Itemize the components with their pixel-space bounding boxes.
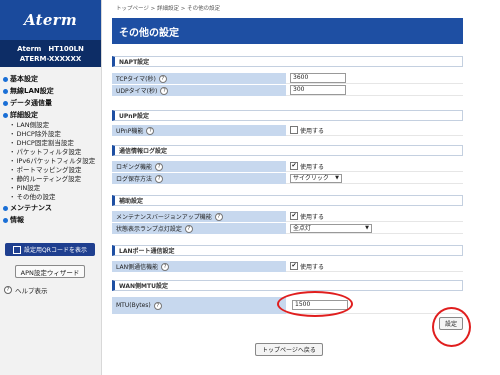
upnp-header: UPnP設定 bbox=[112, 110, 463, 121]
log-section: 通信情報ログ設定 ロギング機能? ✔ 使用する ログ保存方法? サイクリック ▼ bbox=[112, 145, 463, 184]
bullet-icon bbox=[3, 88, 8, 94]
mtu-highlight-circle bbox=[277, 291, 353, 317]
help-icon[interactable]: ? bbox=[146, 126, 155, 135]
maintenance-update-row: メンテナンスバージョンアップ機能? ✔ 使用する bbox=[112, 211, 463, 222]
help-icon[interactable]: ? bbox=[214, 212, 223, 221]
nav-data-usage[interactable]: データ通信量 bbox=[0, 97, 101, 109]
nav-sub-lan[interactable]: ・LAN側設定 bbox=[0, 121, 101, 130]
bullet-icon bbox=[3, 205, 8, 211]
help-icon[interactable]: ? bbox=[161, 262, 170, 271]
nav-sub-dhcp-exclude[interactable]: ・DHCP除外設定 bbox=[0, 130, 101, 139]
help-icon[interactable]: ? bbox=[158, 74, 167, 83]
nav-sub-static-routing[interactable]: ・静的ルーティング設定 bbox=[0, 175, 101, 184]
lan-port-section: LANポート通信設定 LAN側通信機能? ✔ 使用する bbox=[112, 245, 463, 272]
bullet-icon bbox=[3, 100, 8, 106]
bullet-icon bbox=[3, 217, 8, 223]
upnp-row: UPnP機能? 使用する bbox=[112, 125, 463, 136]
help-icon[interactable]: ? bbox=[184, 224, 193, 233]
lan-comm-checkbox[interactable]: ✔ bbox=[290, 262, 298, 270]
logo-text: Aterm bbox=[23, 11, 78, 29]
udp-timer-input[interactable]: 300 bbox=[290, 85, 346, 95]
lan-port-header: LANポート通信設定 bbox=[112, 245, 463, 256]
chevron-down-icon: ▼ bbox=[335, 174, 339, 181]
aterm-logo: Aterm bbox=[0, 0, 101, 40]
logging-row: ロギング機能? ✔ 使用する bbox=[112, 161, 463, 172]
udp-timer-row: UDPタイマ(秒)? 300 bbox=[112, 85, 463, 96]
nav-sub-ipv6-filter[interactable]: ・IPv6パケットフィルタ設定 bbox=[0, 157, 101, 166]
help-icon[interactable]: ? bbox=[155, 174, 164, 183]
nav-sub-pin[interactable]: ・PIN設定 bbox=[0, 184, 101, 193]
sidebar: Aterm Aterm HT100LN ATERM-XXXXXX 基本設定 無線… bbox=[0, 0, 102, 375]
nav-info[interactable]: 情報 bbox=[0, 214, 101, 226]
nav-maintenance[interactable]: メンテナンス bbox=[0, 202, 101, 214]
help-link[interactable]: ? ヘルプ表示 bbox=[4, 285, 48, 295]
lamp-row: 状態表示ランプ点灯設定? 全点灯 ▼ bbox=[112, 223, 463, 234]
bullet-icon bbox=[3, 76, 8, 82]
nav-sub-packet-filter[interactable]: ・パケットフィルタ設定 bbox=[0, 148, 101, 157]
wan-mtu-header: WAN側MTU設定 bbox=[112, 280, 463, 291]
help-icon[interactable]: ? bbox=[153, 301, 162, 310]
upnp-checkbox[interactable] bbox=[290, 126, 298, 134]
nav-advanced-settings[interactable]: 詳細設定 bbox=[0, 109, 101, 121]
apn-wizard-button[interactable]: APN設定ウィザード bbox=[15, 265, 85, 278]
napt-header: NAPT設定 bbox=[112, 56, 463, 67]
help-icon[interactable]: ? bbox=[160, 86, 169, 95]
log-header: 通信情報ログ設定 bbox=[112, 145, 463, 156]
nav-basic-settings[interactable]: 基本設定 bbox=[0, 73, 101, 85]
nav-sub-port-mapping[interactable]: ・ポートマッピング設定 bbox=[0, 166, 101, 175]
napt-section: NAPT設定 TCPタイマ(秒)? 3600 UDPタイマ(秒)? 300 bbox=[112, 56, 463, 96]
breadcrumb: トップページ > 詳細設定 > その他の設定 bbox=[116, 6, 221, 12]
device-id: ATERM-XXXXXX bbox=[19, 55, 82, 63]
back-to-top-button[interactable]: トップページへ戻る bbox=[255, 343, 323, 356]
nav-wireless-lan[interactable]: 無線LAN設定 bbox=[0, 85, 101, 97]
device-info: Aterm HT100LN ATERM-XXXXXX bbox=[0, 40, 101, 67]
tcp-timer-input[interactable]: 3600 bbox=[290, 73, 346, 83]
qr-icon bbox=[13, 245, 22, 254]
model-name: Aterm HT100LN bbox=[17, 45, 84, 53]
set-button[interactable]: 設定 bbox=[439, 317, 463, 330]
help-icon[interactable]: ? bbox=[155, 162, 164, 171]
log-method-row: ログ保存方法? サイクリック ▼ bbox=[112, 173, 463, 184]
nav-sub-dhcp-fixed[interactable]: ・DHCP固定割当設定 bbox=[0, 139, 101, 148]
show-qr-code-button[interactable]: 設定用QRコードを表示 bbox=[5, 243, 95, 256]
tcp-timer-row: TCPタイマ(秒)? 3600 bbox=[112, 73, 463, 84]
maintenance-update-checkbox[interactable]: ✔ bbox=[290, 212, 298, 220]
chevron-down-icon: ▼ bbox=[365, 224, 369, 231]
upnp-section: UPnP設定 UPnP機能? 使用する bbox=[112, 110, 463, 136]
lan-comm-row: LAN側通信機能? ✔ 使用する bbox=[112, 261, 463, 272]
log-method-select[interactable]: サイクリック ▼ bbox=[290, 173, 342, 183]
bullet-icon bbox=[3, 112, 8, 118]
assist-section: 補助設定 メンテナンスバージョンアップ機能? ✔ 使用する 状態表示ランプ点灯設定… bbox=[112, 195, 463, 234]
lamp-select[interactable]: 全点灯 ▼ bbox=[290, 223, 372, 233]
help-icon: ? bbox=[4, 286, 12, 294]
nav-sub-other[interactable]: ・その他の設定 bbox=[0, 193, 101, 202]
page-title: その他の設定 bbox=[112, 18, 463, 44]
logging-checkbox[interactable]: ✔ bbox=[290, 162, 298, 170]
assist-header: 補助設定 bbox=[112, 195, 463, 206]
